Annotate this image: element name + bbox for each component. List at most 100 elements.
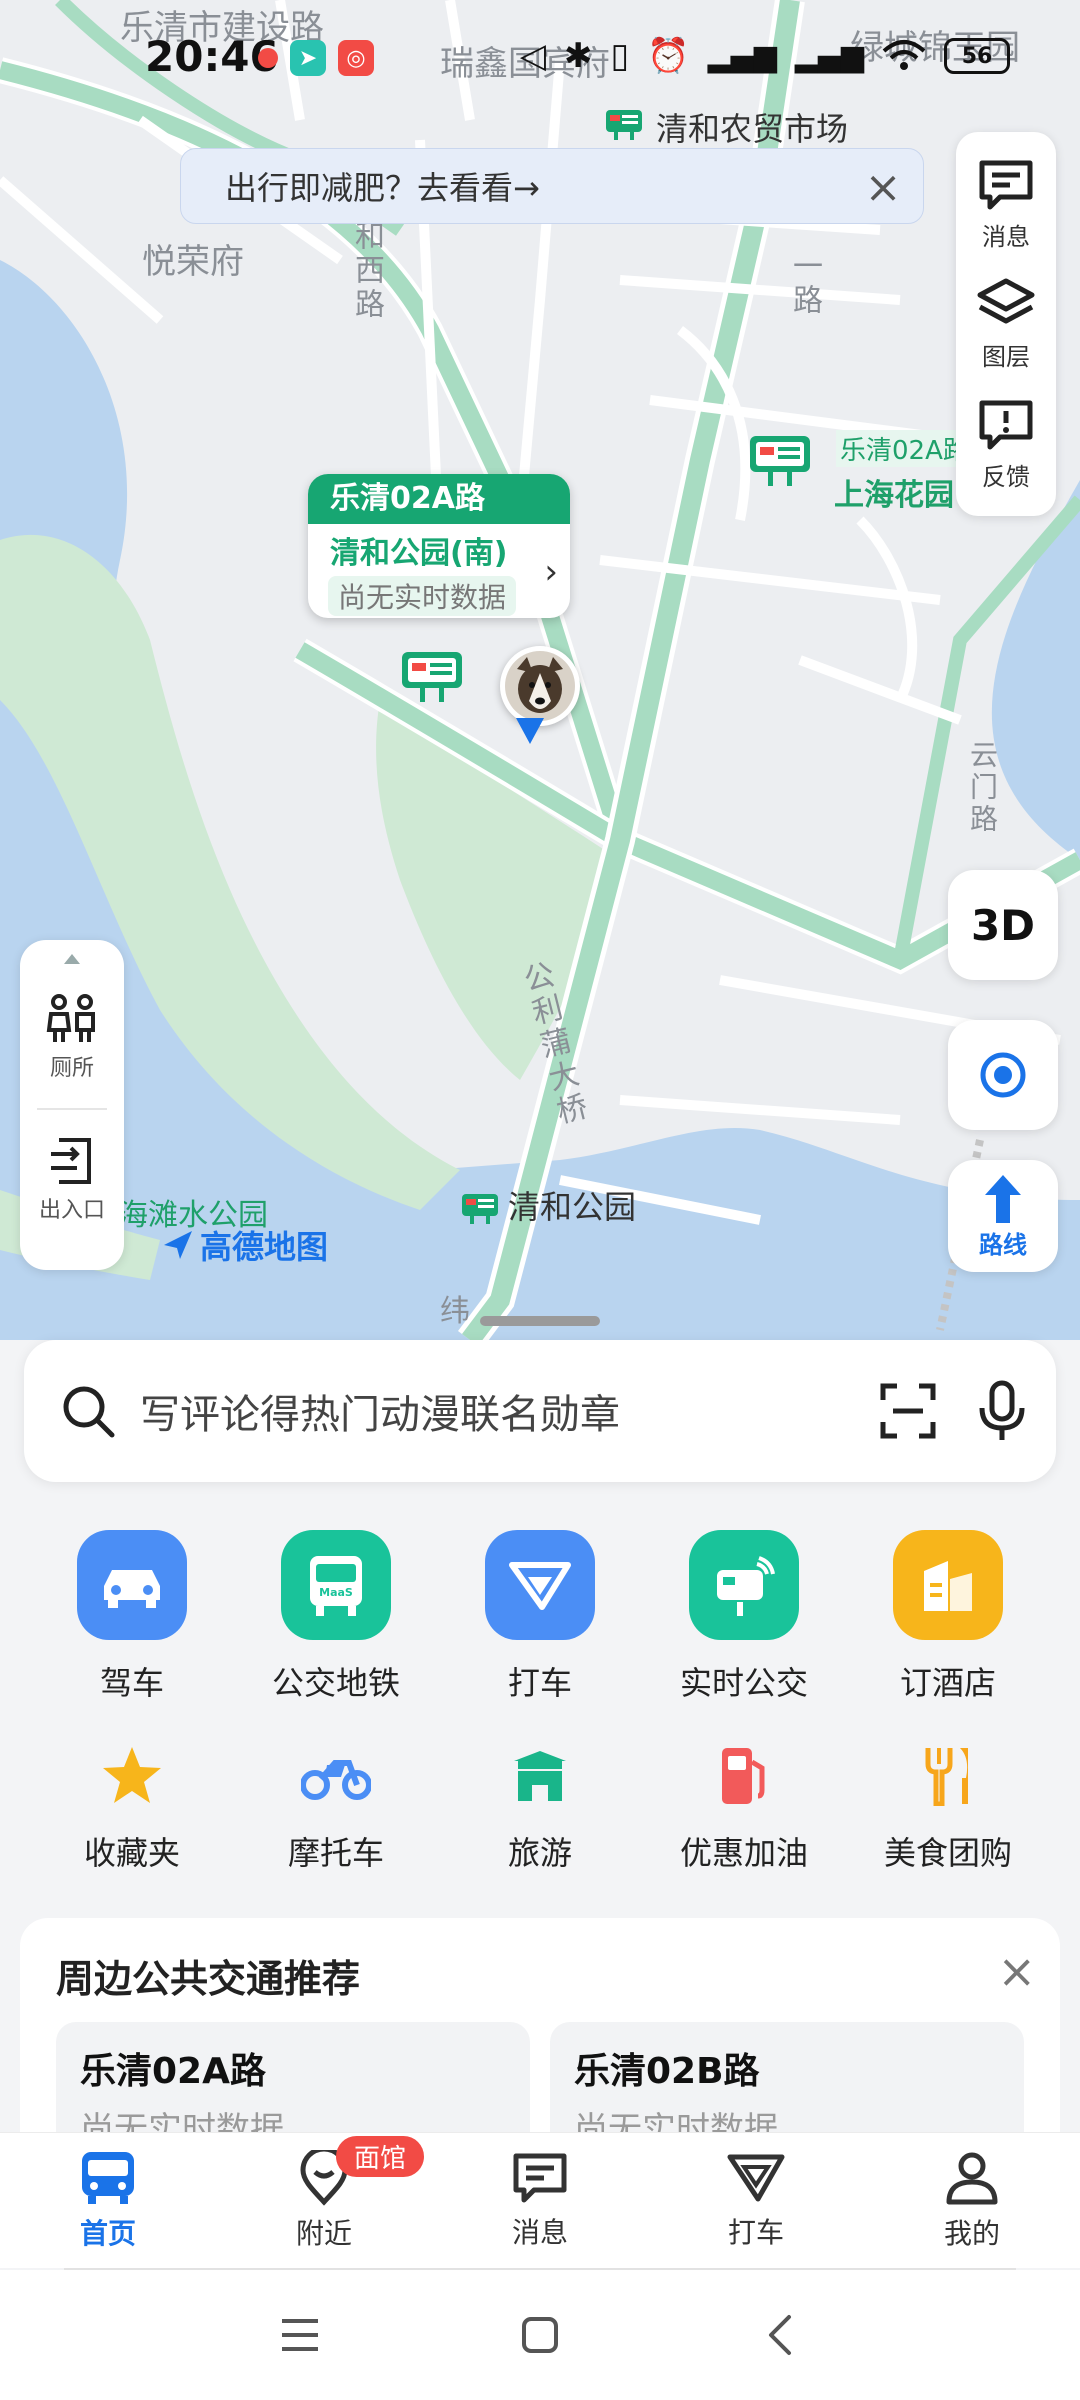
amap-brand-text: 高德地图	[200, 1228, 329, 1266]
quick-realtime-bus[interactable]: 实时公交	[654, 1530, 834, 1704]
music-app-icon: ◎	[338, 40, 374, 76]
toilet-icon	[46, 994, 95, 1042]
map-label-wei: 纬	[440, 1294, 470, 1329]
tool-entrance-label: 出入口	[38, 1198, 105, 1223]
promo-banner[interactable]: 出行即减肥？去看看→ ×	[180, 148, 924, 224]
close-icon[interactable]: ×	[857, 161, 909, 213]
tab-nearby[interactable]: 附近 面馆	[244, 2135, 425, 2252]
recommend-route: 乐清02B路	[574, 2051, 760, 2092]
search-input[interactable]: 写评论得热门动漫联名勋章	[140, 1382, 868, 1440]
gps-icon: ◁	[519, 36, 546, 76]
map-tools-left: 厕所 出入口	[20, 940, 124, 1270]
tool-feedback[interactable]: 反馈	[976, 397, 1036, 492]
taxi-icon	[485, 1530, 595, 1640]
quick-hotel[interactable]: 订酒店	[858, 1530, 1038, 1704]
tool-message[interactable]: 消息	[976, 157, 1036, 252]
signal-2-icon: ▂▄▆	[794, 38, 864, 74]
quick-drive[interactable]: 驾车	[42, 1530, 222, 1704]
entrance-icon	[50, 1138, 91, 1184]
bus-stop-marker-qinghe-park[interactable]	[460, 1190, 500, 1226]
system-navigation-bar	[0, 2270, 1080, 2400]
tab-messages[interactable]: 消息	[460, 2151, 620, 2251]
map-label-yuerong: 悦荣府	[142, 242, 244, 282]
bus-stop-marker-qinghe-south[interactable]	[400, 646, 464, 706]
status-right-icons: ◁ ✱ ▯ ⏰ ▂▄▆ ▂▄▆ 56	[520, 36, 1010, 76]
route-button[interactable]: 路线	[948, 1160, 1058, 1272]
locate-button[interactable]	[948, 1020, 1058, 1130]
map-label-yunmen: 云门路	[966, 740, 999, 836]
tab-taxi-label: 打车	[727, 2215, 784, 2249]
scan-icon	[880, 1383, 936, 1439]
quick-actions-grid: 驾车 MaaS 公交地铁 打车 实时公交 订酒店 收藏夹 摩托车 旅游 优惠加油…	[0, 1530, 1080, 1874]
bottom-tab-bar: 首页 附近 面馆 消息 打车 我的	[0, 2132, 1080, 2268]
quick-food-label: 美食团购	[883, 1834, 1012, 1872]
food-icon	[893, 1740, 1003, 1810]
back-icon[interactable]	[740, 2295, 820, 2375]
quick-motorcycle[interactable]: 摩托车	[246, 1740, 426, 1874]
tool-layers[interactable]: 图层	[976, 277, 1036, 372]
quick-food[interactable]: 美食团购	[858, 1740, 1038, 1874]
notification-icons: ➤ ◎	[258, 40, 374, 76]
bus-stop-marker-shanghai[interactable]	[748, 430, 812, 490]
quick-transit[interactable]: MaaS 公交地铁	[246, 1530, 426, 1704]
popup-status: 尚无实时数据	[328, 576, 517, 616]
map-view[interactable]: 乐清市建设路 瑞鑫国宾府 绿城锦玉园 清和农贸市场 悦荣府 和西路 一路 上海花…	[0, 0, 1080, 1340]
quick-taxi[interactable]: 打车	[450, 1530, 630, 1704]
travel-icon	[485, 1740, 595, 1810]
tool-entrance[interactable]: 出入口	[39, 1110, 105, 1250]
home-square-icon[interactable]	[500, 2295, 580, 2375]
location-heading-icon	[516, 718, 544, 744]
quick-realtime-bus-label: 实时公交	[679, 1664, 808, 1702]
star-icon	[77, 1740, 187, 1810]
bus-stop-popup[interactable]: 乐清02A路 清和公园(南) 尚无实时数据 ›	[308, 474, 570, 618]
quick-favorites-label: 收藏夹	[83, 1834, 180, 1872]
chevron-right-icon: ›	[544, 552, 558, 592]
quick-fuel-label: 优惠加油	[679, 1834, 808, 1872]
tab-nearby-badge: 面馆	[336, 2135, 425, 2177]
taxi-icon	[727, 2154, 785, 2201]
tab-messages-label: 消息	[511, 2215, 568, 2249]
recommend-card[interactable]: 乐清02A路 尚无实时数据	[56, 2022, 530, 2138]
tool-toilet-label: 厕所	[49, 1056, 94, 1081]
search-bar[interactable]: 写评论得热门动漫联名勋章	[24, 1340, 1056, 1482]
quick-taxi-label: 打车	[507, 1664, 572, 1702]
3d-toggle-button[interactable]: 3D	[948, 870, 1058, 980]
svg-text:MaaS: MaaS	[319, 1586, 353, 1599]
quick-actions-row-2: 收藏夹 摩托车 旅游 优惠加油 美食团购	[0, 1740, 1080, 1874]
tool-layers-label: 图层	[982, 342, 1030, 371]
tool-toilet[interactable]: 厕所	[45, 968, 99, 1108]
tab-home[interactable]: 首页	[28, 2150, 188, 2252]
feedback-icon	[979, 400, 1033, 449]
scan-button[interactable]	[868, 1382, 948, 1440]
recommend-route: 乐清02A路	[80, 2051, 266, 2092]
wifi-icon	[882, 40, 926, 70]
quick-hotel-label: 订酒店	[899, 1664, 996, 1702]
promo-banner-text[interactable]: 出行即减肥？去看看→	[225, 163, 540, 209]
popup-stop-name: 清和公园(南)	[330, 536, 508, 571]
voice-button[interactable]	[962, 1380, 1042, 1442]
quick-travel-label: 旅游	[507, 1834, 572, 1872]
vibrate-icon: ▯	[610, 36, 630, 76]
collapse-up-icon[interactable]	[64, 954, 80, 964]
menu-icon[interactable]	[260, 2295, 340, 2375]
sheet-drag-handle[interactable]	[480, 1316, 600, 1326]
user-location-avatar[interactable]	[500, 646, 580, 726]
car-icon	[77, 1530, 187, 1640]
tool-feedback-label: 反馈	[982, 462, 1030, 491]
recommend-card[interactable]: 乐清02B路 尚无实时数据	[550, 2022, 1024, 2138]
bluetooth-icon: ✱	[564, 36, 593, 76]
realtime-bus-icon	[689, 1530, 799, 1640]
tab-profile-label: 我的	[943, 2216, 1000, 2250]
quick-fuel[interactable]: 优惠加油	[654, 1740, 834, 1874]
map-label-shanghai: 上海花园	[834, 478, 954, 513]
dog-avatar-icon	[505, 651, 575, 721]
close-icon[interactable]: ×	[997, 1944, 1036, 1998]
quick-favorites[interactable]: 收藏夹	[42, 1740, 222, 1874]
tab-taxi[interactable]: 打车	[676, 2151, 836, 2251]
quick-travel[interactable]: 旅游	[450, 1740, 630, 1874]
quick-motorcycle-label: 摩托车	[287, 1834, 384, 1872]
message-icon	[513, 2153, 567, 2202]
tab-profile[interactable]: 我的	[892, 2150, 1052, 2252]
popup-route-name: 乐清02A路	[308, 474, 570, 524]
quick-transit-label: 公交地铁	[271, 1664, 400, 1702]
